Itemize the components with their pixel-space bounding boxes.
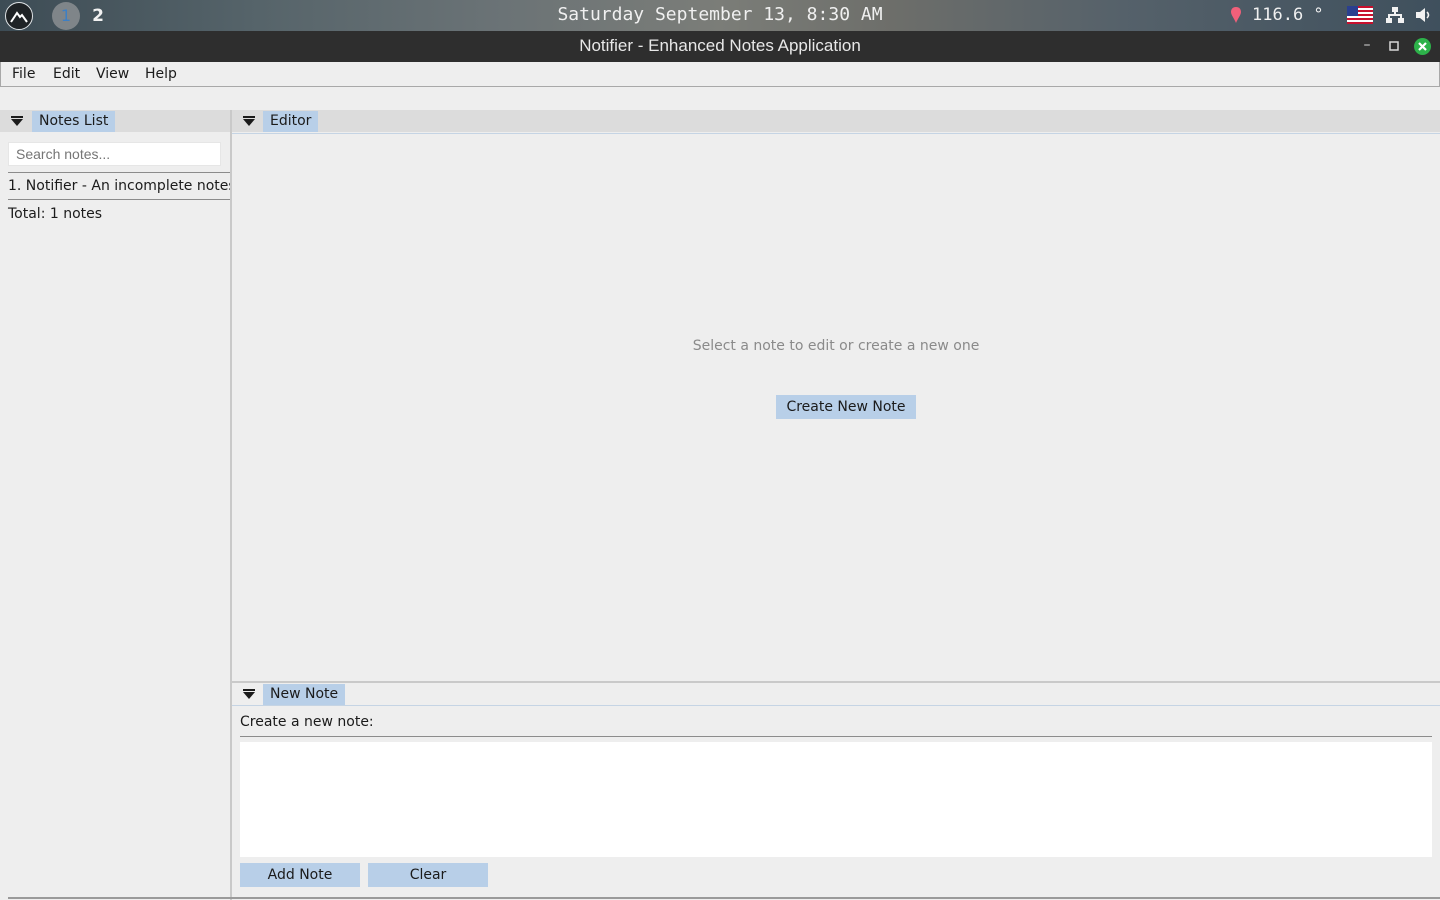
- top-panel: 1 2 Saturday September 13, 8:30 AM 116.6…: [0, 0, 1440, 31]
- notes-list-header: Notes List: [0, 110, 230, 132]
- new-note-prompt: Create a new note:: [240, 714, 374, 730]
- dock-toggle-icon[interactable]: [11, 116, 23, 126]
- new-note-textarea[interactable]: [240, 742, 1432, 857]
- maximize-icon[interactable]: [1389, 41, 1399, 51]
- menu-help[interactable]: Help: [145, 62, 177, 86]
- notes-total: Total: 1 notes: [8, 206, 103, 222]
- divider: [240, 736, 1432, 737]
- dock-toggle-icon[interactable]: [243, 689, 255, 699]
- window-title: Notifier - Enhanced Notes Application: [579, 36, 861, 55]
- us-flag-icon[interactable]: [1347, 6, 1373, 24]
- clear-button[interactable]: Clear: [368, 863, 488, 887]
- workspace-2-button[interactable]: 2: [88, 3, 108, 29]
- volume-icon[interactable]: [1415, 7, 1432, 23]
- create-new-note-button[interactable]: Create New Note: [776, 395, 916, 419]
- menu-bar: File Edit View Help: [0, 62, 1440, 87]
- close-icon[interactable]: [1414, 38, 1431, 55]
- notes-list-panel: [0, 110, 230, 900]
- network-icon[interactable]: [1386, 7, 1404, 23]
- temperature-readout: 116.6 °: [1252, 5, 1324, 25]
- launcher-icon[interactable]: [5, 2, 33, 30]
- minimize-icon[interactable]: –: [1360, 38, 1374, 54]
- search-input[interactable]: [8, 142, 221, 166]
- dock-toggle-icon[interactable]: [243, 116, 255, 126]
- workspace-1-button[interactable]: 1: [52, 2, 80, 30]
- editor-header: Editor: [232, 110, 1440, 132]
- window-bottom-edge: [8, 897, 1440, 899]
- tab-new-note[interactable]: New Note: [263, 684, 346, 705]
- menu-file[interactable]: File: [12, 62, 35, 86]
- new-note-header: New Note: [232, 683, 1440, 706]
- add-note-button[interactable]: Add Note: [240, 863, 360, 887]
- clock[interactable]: Saturday September 13, 8:30 AM: [500, 3, 940, 27]
- list-item[interactable]: 1. Notifier - An incomplete notes: [8, 172, 230, 200]
- editor-placeholder: Select a note to edit or create a new on…: [692, 338, 980, 354]
- tab-editor[interactable]: Editor: [263, 111, 319, 132]
- tab-notes-list[interactable]: Notes List: [32, 111, 116, 132]
- window-titlebar[interactable]: Notifier - Enhanced Notes Application –: [0, 31, 1440, 62]
- temperature-icon: [1231, 7, 1241, 23]
- menu-edit[interactable]: Edit: [53, 62, 80, 86]
- menu-view[interactable]: View: [96, 62, 129, 86]
